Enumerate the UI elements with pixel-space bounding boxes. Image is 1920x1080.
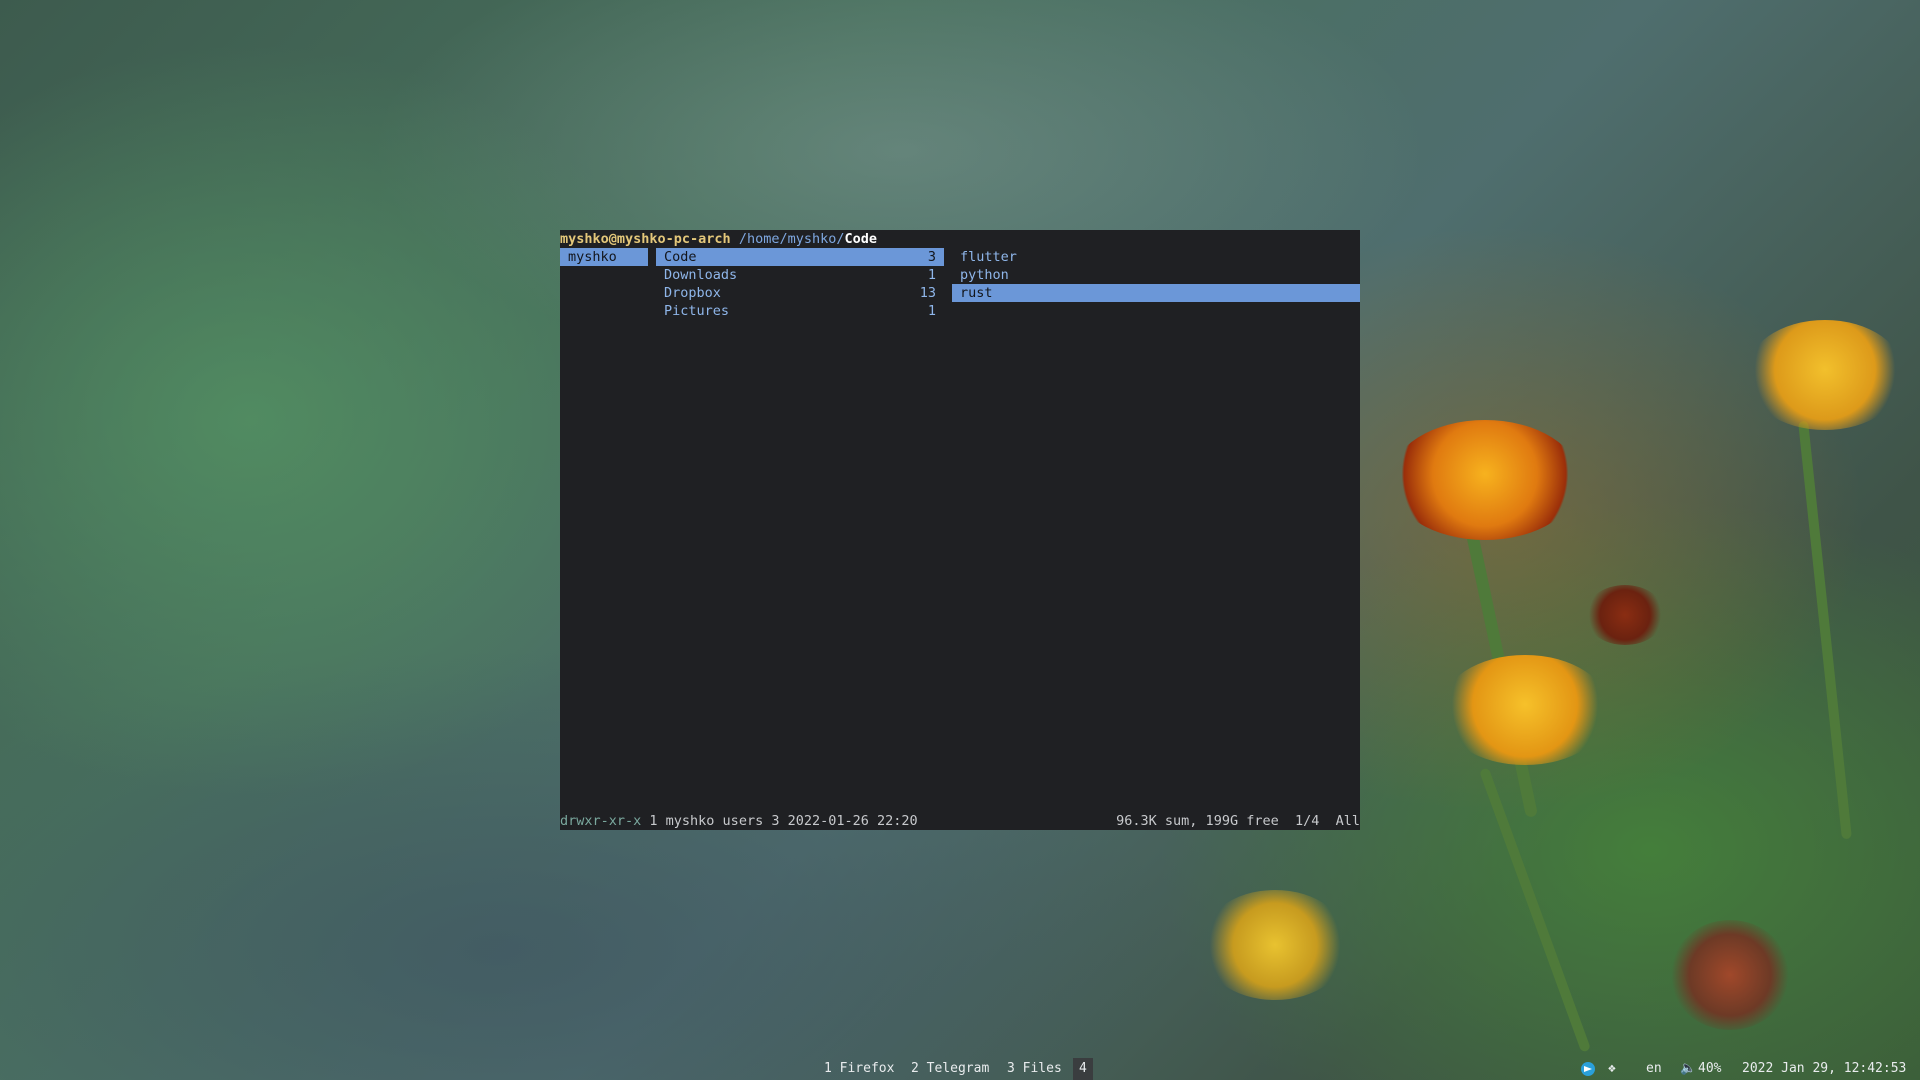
- marigold-bud: [1585, 585, 1665, 645]
- preview-column: flutter python rust: [952, 248, 1360, 302]
- telegram-icon[interactable]: [1581, 1058, 1595, 1080]
- preview-entry-rust[interactable]: rust: [952, 284, 1360, 302]
- file-info: 1 myshko users 3 2022-01-26 22:20: [641, 813, 918, 829]
- preview-entry-flutter[interactable]: flutter: [952, 248, 1360, 266]
- workspace-2[interactable]: 2 Telegram: [911, 1058, 989, 1080]
- marigold-flower: [1200, 890, 1350, 1000]
- current-path: /home/myshko/: [738, 231, 845, 247]
- workspace-1[interactable]: 1 Firefox: [824, 1058, 894, 1080]
- marigold-bud: [1670, 920, 1790, 1030]
- dropbox-icon[interactable]: ❖: [1608, 1058, 1616, 1080]
- clock: 2022 Jan 29, 12:42:53: [1742, 1061, 1907, 1076]
- current-column: Code 3 Downloads 1 Dropbox 13 Pictures 1: [656, 248, 944, 320]
- marigold-flower: [1440, 655, 1610, 765]
- dir-entry-dropbox[interactable]: Dropbox 13: [656, 284, 944, 302]
- ranger-titlebar: myshko@myshko-pc-arch /home/myshko/Code: [560, 230, 877, 248]
- current-directory: Code: [844, 231, 878, 247]
- dir-entry-code[interactable]: Code 3: [656, 248, 944, 266]
- parent-column: myshko: [560, 248, 648, 266]
- terminal-window[interactable]: myshko@myshko-pc-arch /home/myshko/Code …: [560, 230, 1360, 830]
- workspace-4[interactable]: 4: [1073, 1058, 1093, 1080]
- volume-icon[interactable]: 🔈: [1680, 1058, 1696, 1080]
- user-host: myshko@myshko-pc-arch: [560, 231, 731, 247]
- marigold-flower: [1745, 320, 1905, 430]
- status-panel: 1 Firefox 2 Telegram 3 Files 4 ❖ en 🔈 40…: [0, 1058, 1920, 1080]
- volume-level[interactable]: 40%: [1698, 1058, 1721, 1080]
- dir-entry-pictures[interactable]: Pictures 1: [656, 302, 944, 320]
- preview-entry-python[interactable]: python: [952, 266, 1360, 284]
- marigold-flower: [1390, 420, 1580, 540]
- parent-dir-entry[interactable]: myshko: [560, 248, 648, 266]
- workspace-3[interactable]: 3 Files: [1007, 1058, 1062, 1080]
- keyboard-layout[interactable]: en: [1646, 1058, 1662, 1080]
- disk-info: 96.3K sum, 199G free 1/4 All: [1116, 813, 1360, 829]
- ranger-statusbar: drwxr-xr-x 1 myshko users 3 2022-01-26 2…: [560, 812, 1360, 830]
- file-permissions: drwxr-xr-x: [560, 813, 642, 829]
- dir-entry-downloads[interactable]: Downloads 1: [656, 266, 944, 284]
